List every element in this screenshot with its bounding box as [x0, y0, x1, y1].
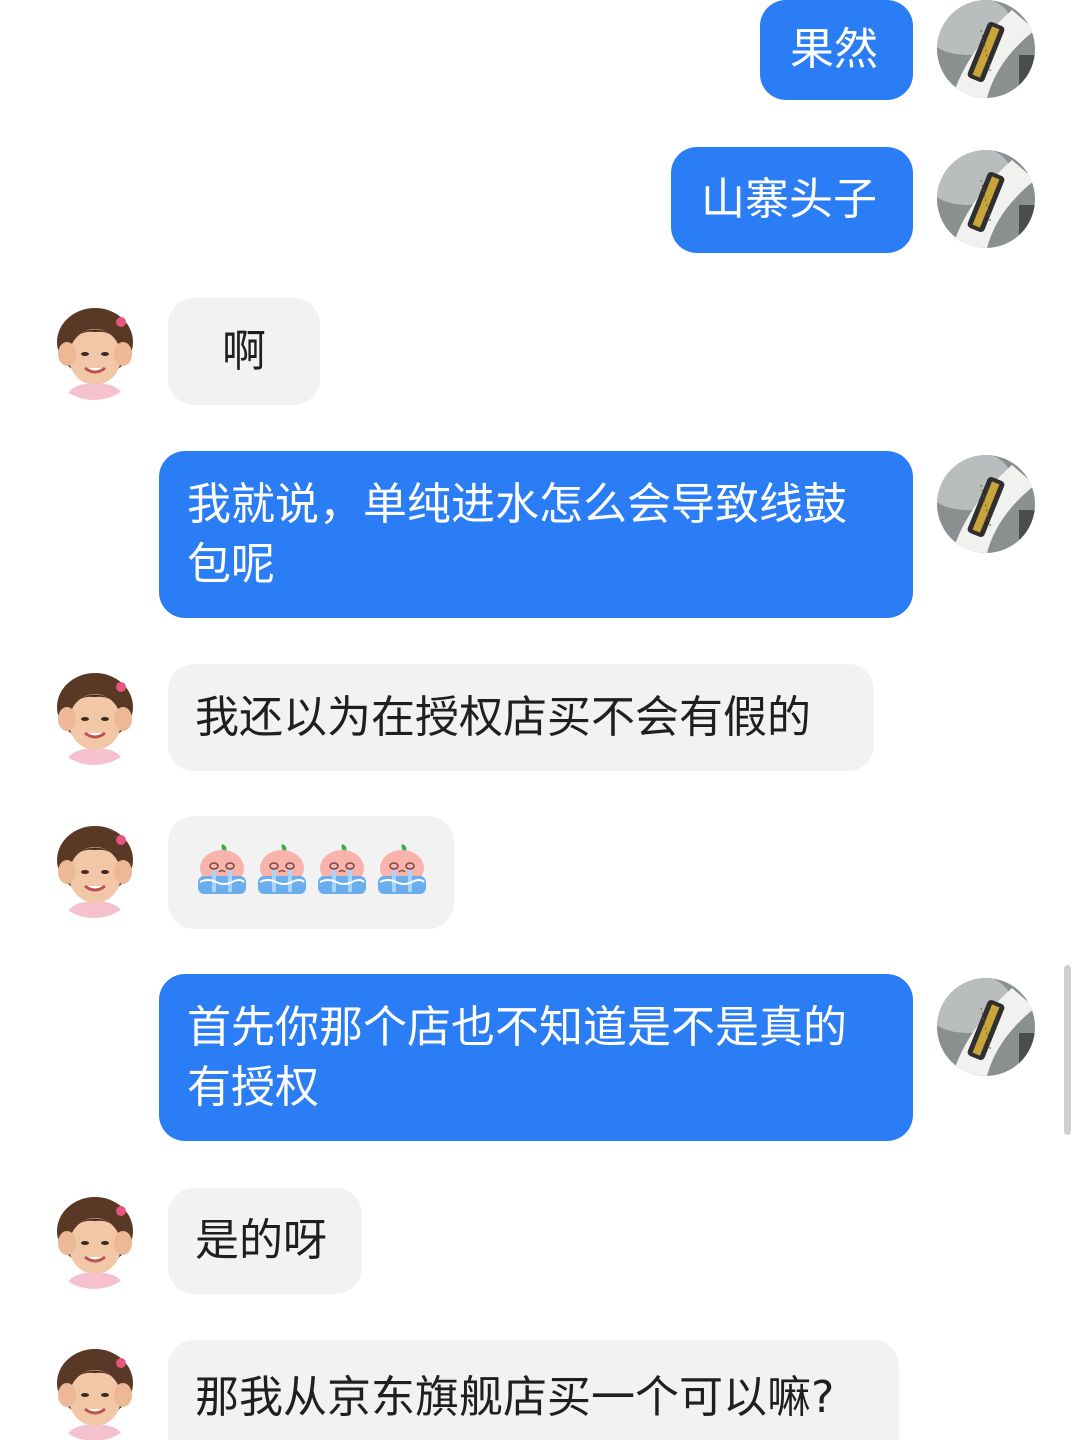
message-bubble-incoming[interactable] — [168, 816, 454, 929]
usb-cable-avatar-icon — [937, 455, 1035, 553]
message-text: 我就说，单纯进水怎么会导致线鼓包呢 — [187, 479, 847, 590]
usb-cable-avatar-icon — [937, 978, 1035, 1076]
sticker-row — [194, 842, 454, 898]
crying-peach-emoji-icon — [254, 842, 310, 898]
girl-avatar-icon — [45, 302, 143, 400]
chat-thread[interactable]: 果然 山寨头子 啊 我就说，单纯进水怎么会导致线鼓包呢 我还以为在授权店买不会有… — [0, 0, 1080, 1440]
usb-cable-avatar-icon — [937, 150, 1035, 248]
crying-peach-emoji-icon — [314, 842, 370, 898]
message-bubble-outgoing[interactable]: 山寨头子 — [671, 147, 913, 253]
avatar[interactable] — [937, 150, 1035, 248]
avatar[interactable] — [937, 0, 1035, 98]
avatar[interactable] — [45, 667, 143, 765]
girl-avatar-icon — [45, 820, 143, 918]
message-bubble-incoming[interactable]: 是的呀 — [168, 1188, 362, 1294]
message-bubble-incoming[interactable]: 我还以为在授权店买不会有假的 — [168, 664, 874, 771]
avatar[interactable] — [45, 1343, 143, 1440]
message-bubble-incoming[interactable]: 那我从京东旗舰店买一个可以嘛? — [168, 1340, 899, 1440]
girl-avatar-icon — [45, 667, 143, 765]
message-text: 我还以为在授权店买不会有假的 — [195, 692, 811, 743]
avatar[interactable] — [45, 820, 143, 918]
scrollbar[interactable] — [1064, 965, 1071, 1135]
message-text: 果然 — [790, 24, 878, 75]
message-text: 那我从京东旗舰店买一个可以嘛? — [195, 1372, 835, 1423]
message-bubble-outgoing[interactable]: 果然 — [760, 0, 913, 100]
crying-peach-emoji-icon — [374, 842, 430, 898]
girl-avatar-icon — [45, 1343, 143, 1440]
message-bubble-outgoing[interactable]: 首先你那个店也不知道是不是真的有授权 — [159, 974, 913, 1141]
message-text: 啊 — [222, 326, 266, 377]
message-text: 山寨头子 — [701, 174, 877, 225]
girl-avatar-icon — [45, 1191, 143, 1289]
message-bubble-outgoing[interactable]: 我就说，单纯进水怎么会导致线鼓包呢 — [159, 451, 913, 618]
avatar[interactable] — [45, 302, 143, 400]
avatar[interactable] — [937, 455, 1035, 553]
message-text: 是的呀 — [195, 1215, 327, 1266]
message-bubble-incoming[interactable]: 啊 — [168, 298, 320, 405]
message-text: 首先你那个店也不知道是不是真的有授权 — [187, 1002, 847, 1113]
avatar[interactable] — [45, 1191, 143, 1289]
usb-cable-avatar-icon — [937, 0, 1035, 98]
crying-peach-emoji-icon — [194, 842, 250, 898]
avatar[interactable] — [937, 978, 1035, 1076]
